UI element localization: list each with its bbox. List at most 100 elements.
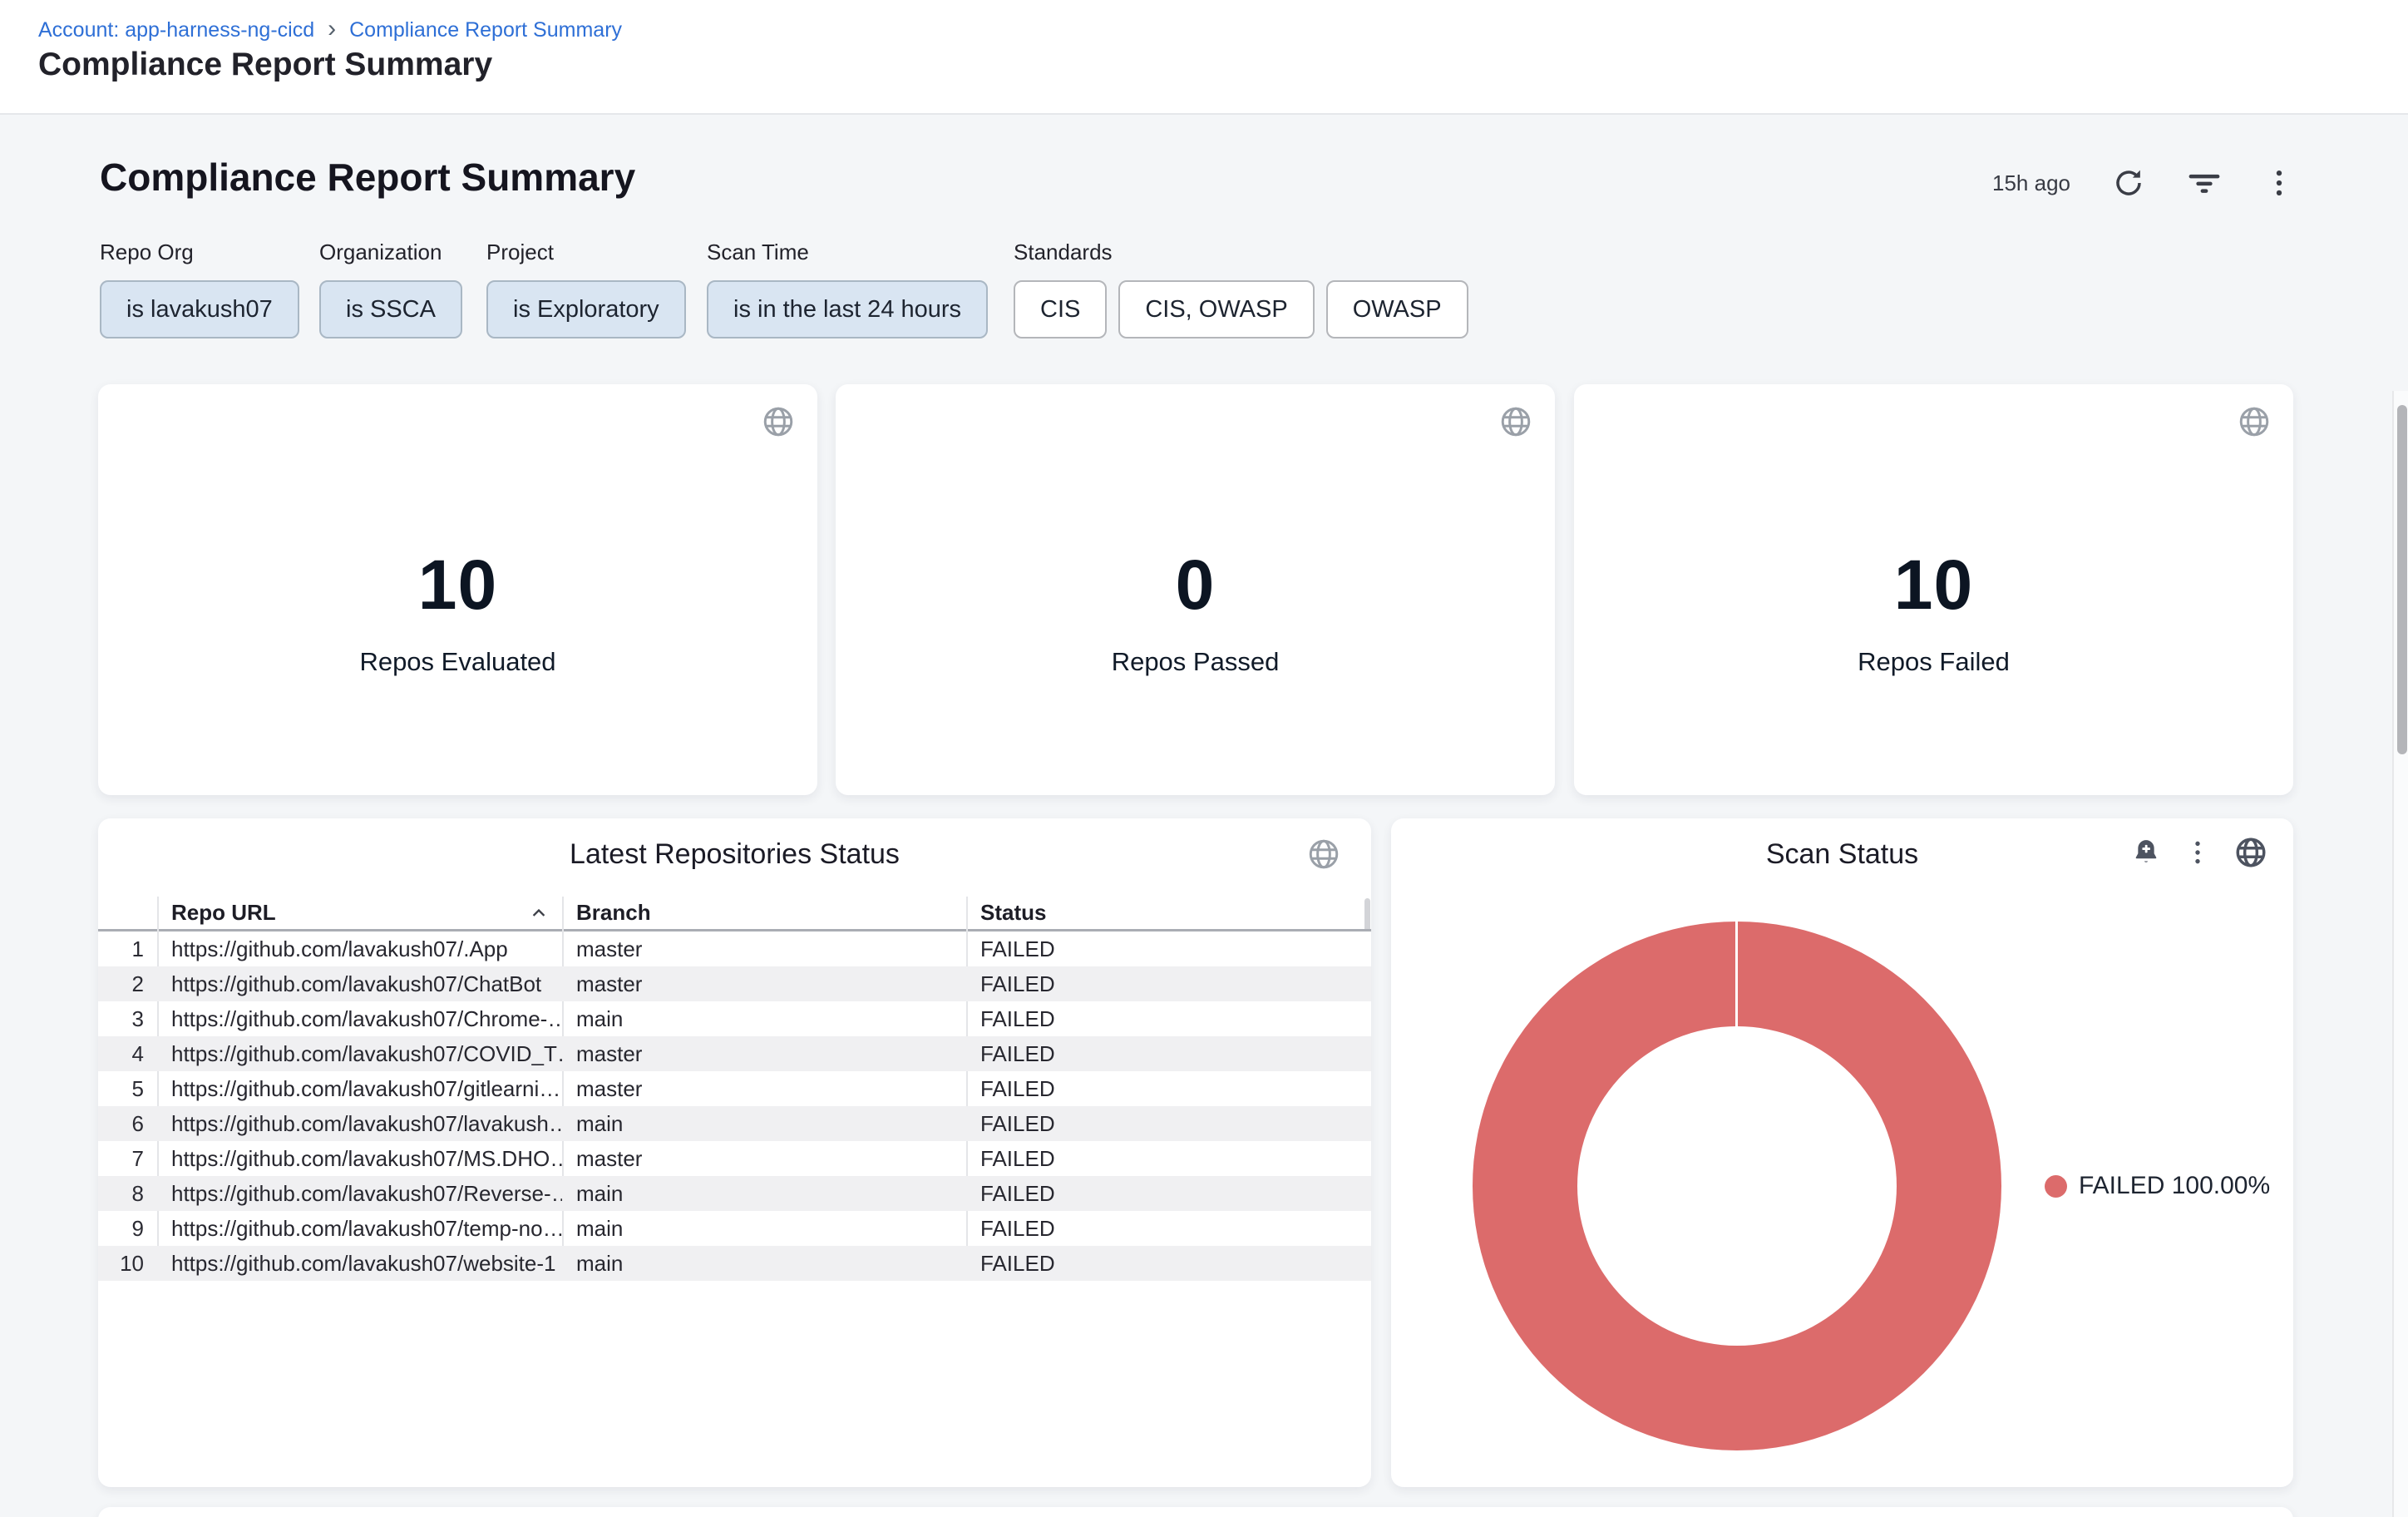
column-header-repo-url[interactable]: Repo URL xyxy=(157,897,562,929)
table-row: 3 https://github.com/lavakush07/Chrome-…… xyxy=(98,1001,1371,1036)
row-index: 10 xyxy=(98,1246,157,1281)
filter-chip-project[interactable]: is Exploratory xyxy=(486,280,686,338)
chevron-up-icon xyxy=(527,902,550,925)
stat-label: Repos Failed xyxy=(1858,647,2010,677)
filter-label: Organization xyxy=(319,240,462,265)
row-index: 8 xyxy=(98,1176,157,1211)
kebab-menu-icon[interactable] xyxy=(2263,167,2295,199)
donut-slice-divider xyxy=(1735,922,1738,1027)
filter-label: Standards xyxy=(1014,240,1468,265)
filter-icon[interactable] xyxy=(2187,166,2222,200)
scan-status-donut-chart[interactable] xyxy=(1473,922,2001,1450)
filter-chip-standard-owasp[interactable]: OWASP xyxy=(1326,280,1468,338)
row-index: 1 xyxy=(98,931,157,966)
column-header-status[interactable]: Status xyxy=(966,897,1371,929)
stat-value: 10 xyxy=(1894,545,1973,625)
page-title: Compliance Report Summary xyxy=(38,47,492,83)
filter-repo-org: Repo Org is lavakush07 xyxy=(100,240,299,338)
table-row: 4 https://github.com/lavakush07/COVID_T…… xyxy=(98,1036,1371,1071)
scan-panel-controls xyxy=(2130,835,2268,870)
stat-card-repos-failed: 10 Repos Failed xyxy=(1574,384,2293,795)
repo-branch: main xyxy=(562,1246,966,1281)
column-header-branch[interactable]: Branch xyxy=(562,897,966,929)
dashboard-title: Compliance Report Summary xyxy=(100,155,635,200)
legend-label: FAILED 100.00% xyxy=(2079,1172,2270,1200)
repo-branch: main xyxy=(562,1106,966,1141)
table-row: 2 https://github.com/lavakush07/ChatBot … xyxy=(98,966,1371,1001)
filter-chip-scan-time[interactable]: is in the last 24 hours xyxy=(707,280,988,338)
filter-organization: Organization is SSCA xyxy=(319,240,462,338)
repo-url: https://github.com/lavakush07/ChatBot xyxy=(157,966,562,1001)
legend-color-dot xyxy=(2045,1175,2067,1198)
row-index: 9 xyxy=(98,1211,157,1246)
repo-status: FAILED xyxy=(966,1141,1371,1176)
refresh-icon[interactable] xyxy=(2112,166,2145,200)
repo-status: FAILED xyxy=(966,966,1371,1001)
table-row: 9 https://github.com/lavakush07/temp-no…… xyxy=(98,1211,1371,1246)
filter-project: Project is Exploratory xyxy=(486,240,686,338)
stat-card-repos-evaluated: 10 Repos Evaluated xyxy=(98,384,817,795)
donut-hole xyxy=(1577,1026,1897,1346)
repo-branch: master xyxy=(562,931,966,966)
table-body: 1 https://github.com/lavakush07/.App mas… xyxy=(98,931,1371,1281)
filter-label: Repo Org xyxy=(100,240,299,265)
table-row: 7 https://github.com/lavakush07/MS.DHO… … xyxy=(98,1141,1371,1176)
repo-url: https://github.com/lavakush07/MS.DHO… xyxy=(157,1141,562,1176)
globe-icon[interactable] xyxy=(1306,837,1341,872)
repo-url: https://github.com/lavakush07/.App xyxy=(157,931,562,966)
row-index: 3 xyxy=(98,1001,157,1036)
table-row: 6 https://github.com/lavakush07/lavakush… xyxy=(98,1106,1371,1141)
stat-card-repos-passed: 0 Repos Passed xyxy=(836,384,1555,795)
stat-label: Repos Evaluated xyxy=(359,647,555,677)
scrollbar-thumb[interactable] xyxy=(2397,405,2407,754)
repo-url: https://github.com/lavakush07/lavakush… xyxy=(157,1106,562,1141)
dashboard-controls: 15h ago xyxy=(1992,163,2295,203)
repo-url: https://github.com/lavakush07/COVID_T… xyxy=(157,1036,562,1071)
breadcrumb-account-link[interactable]: Account: app-harness-ng-cicd xyxy=(38,18,314,42)
repo-branch: master xyxy=(562,1071,966,1106)
legend-item-failed[interactable]: FAILED 100.00% xyxy=(2045,1172,2270,1200)
table-row: 8 https://github.com/lavakush07/Reverse-… xyxy=(98,1176,1371,1211)
repo-status: FAILED xyxy=(966,1001,1371,1036)
filter-label: Scan Time xyxy=(707,240,988,265)
repo-url: https://github.com/lavakush07/Reverse-… xyxy=(157,1176,562,1211)
repo-branch: master xyxy=(562,966,966,1001)
breadcrumb-current-link[interactable]: Compliance Report Summary xyxy=(349,18,622,42)
breadcrumb-separator-icon: › xyxy=(328,18,336,39)
row-index: 4 xyxy=(98,1036,157,1071)
kebab-menu-icon[interactable] xyxy=(2183,838,2212,867)
column-header-label: Status xyxy=(980,900,1046,926)
table-header-row: Repo URL Branch Status xyxy=(98,897,1371,931)
repo-url: https://github.com/lavakush07/Chrome-… xyxy=(157,1001,562,1036)
repo-url: https://github.com/lavakush07/gitlearni… xyxy=(157,1071,562,1106)
filter-chip-standard-cis-owasp[interactable]: CIS, OWASP xyxy=(1118,280,1314,338)
table-row: 10 https://github.com/lavakush07/website… xyxy=(98,1246,1371,1281)
filter-chip-repo-org[interactable]: is lavakush07 xyxy=(100,280,299,338)
globe-icon[interactable] xyxy=(2233,835,2268,870)
latest-repositories-panel: Latest Repositories Status Repo URL Bran… xyxy=(98,818,1371,1487)
filter-scan-time: Scan Time is in the last 24 hours xyxy=(707,240,988,338)
repo-status: FAILED xyxy=(966,1071,1371,1106)
filter-standards: Standards CIS CIS, OWASP OWASP xyxy=(1014,240,1468,338)
table-row: 1 https://github.com/lavakush07/.App mas… xyxy=(98,931,1371,966)
repo-status: FAILED xyxy=(966,1176,1371,1211)
breadcrumb: Account: app-harness-ng-cicd › Complianc… xyxy=(38,15,622,45)
repo-branch: main xyxy=(562,1211,966,1246)
scan-status-panel: Scan Status xyxy=(1391,818,2293,1487)
column-header-index xyxy=(98,897,157,929)
stat-value: 10 xyxy=(418,545,497,625)
bell-plus-icon[interactable] xyxy=(2130,837,2162,868)
screen: Account: app-harness-ng-cicd › Complianc… xyxy=(0,0,2408,1517)
table-title: Latest Repositories Status xyxy=(98,838,1371,871)
stat-value: 0 xyxy=(1176,545,1216,625)
repo-url: https://github.com/lavakush07/website-1 xyxy=(157,1246,562,1281)
row-index: 6 xyxy=(98,1106,157,1141)
filter-chip-organization[interactable]: is SSCA xyxy=(319,280,462,338)
repo-branch: main xyxy=(562,1176,966,1211)
stat-label: Repos Passed xyxy=(1112,647,1280,677)
filter-chip-standard-cis[interactable]: CIS xyxy=(1014,280,1107,338)
filter-label: Project xyxy=(486,240,686,265)
repo-status: FAILED xyxy=(966,1211,1371,1246)
repo-status: FAILED xyxy=(966,1106,1371,1141)
repo-branch: main xyxy=(562,1001,966,1036)
